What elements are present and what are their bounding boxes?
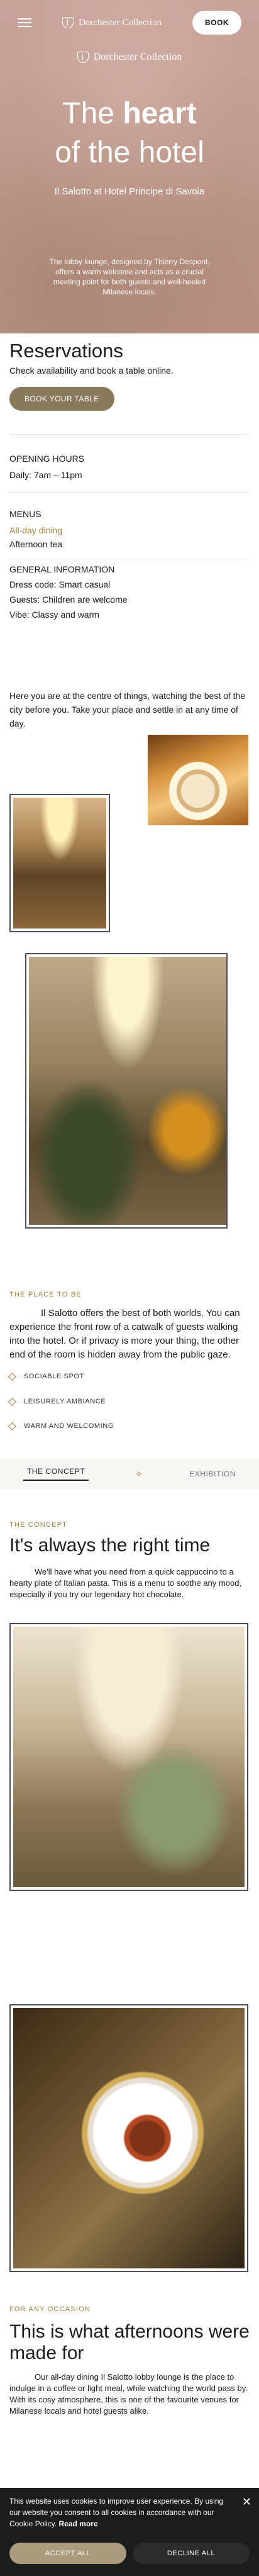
intro-text: Here you are at the centre of things, wa… bbox=[9, 691, 246, 728]
dress-code: Dress code: Smart casual bbox=[9, 579, 111, 589]
guests-info: Guests: Children are welcome bbox=[9, 594, 128, 605]
bullet-label: SOCIABLE SPOT bbox=[24, 1373, 84, 1380]
lounge-photo bbox=[29, 957, 226, 1225]
diamond-icon bbox=[8, 1422, 16, 1430]
hero-subtitle: Il Salotto at Hotel Principe di Savoia bbox=[54, 186, 205, 197]
concept-label: THE CONCEPT bbox=[9, 1521, 68, 1529]
vibe-info: Vibe: Classy and warm bbox=[9, 610, 99, 620]
cookie-text: This website uses cookies to improve use… bbox=[9, 2495, 250, 2529]
opening-hours-title: OPENING HOURS bbox=[9, 454, 85, 464]
lobby-photo bbox=[13, 798, 106, 928]
top-bar: Dorchester Collection BOOK bbox=[0, 0, 259, 45]
diamond-icon bbox=[8, 1372, 16, 1381]
hero-section: Dorchester Collection BOOK Dorchester Co… bbox=[0, 0, 259, 333]
divider bbox=[9, 434, 250, 435]
occasion-title: This is what afternoons were made for bbox=[9, 2321, 250, 2363]
crest-icon bbox=[62, 17, 74, 28]
feature-bullet: SOCIABLE SPOT bbox=[8, 1372, 84, 1381]
diamond-icon: ✧ bbox=[135, 1468, 143, 1479]
accept-all-button[interactable]: ACCEPT ALL bbox=[9, 2543, 126, 2564]
book-button[interactable]: BOOK bbox=[192, 11, 241, 35]
dessert-photo bbox=[13, 2008, 245, 2268]
section-tabs: THE CONCEPT ✧ EXHIBITION bbox=[0, 1458, 259, 1490]
concept-title: It's always the right time bbox=[9, 1535, 211, 1556]
brand-logo[interactable]: Dorchester Collection bbox=[62, 17, 162, 28]
reservations-subtitle: Check availability and book a table onli… bbox=[9, 365, 174, 376]
menus-title: MENUS bbox=[9, 509, 41, 519]
hero-description: The lobby lounge, designed by Thierry De… bbox=[49, 257, 210, 296]
decline-all-button[interactable]: DECLINE ALL bbox=[133, 2543, 250, 2564]
book-table-button[interactable]: BOOK YOUR TABLE bbox=[9, 387, 114, 411]
tab-exhibition[interactable]: EXHIBITION bbox=[189, 1469, 236, 1478]
salon-photo bbox=[13, 1627, 245, 1887]
divider bbox=[9, 492, 250, 493]
place-label: THE PLACE TO BE bbox=[9, 1291, 82, 1298]
brand-name: Dorchester Collection bbox=[78, 17, 162, 28]
cookie-banner: ✕ This website uses cookies to improve u… bbox=[0, 2488, 259, 2576]
feature-bullet: WARM AND WELCOMING bbox=[8, 1422, 114, 1430]
hero-brand-name: Dorchester Collection bbox=[93, 52, 182, 62]
concept-text: We'll have what you need from a quick ca… bbox=[9, 1567, 242, 1599]
menu-link-all-day[interactable]: All-day dining bbox=[9, 523, 62, 537]
cookie-message: This website uses cookies to improve use… bbox=[9, 2497, 224, 2528]
afternoon-tea-photo bbox=[148, 735, 248, 825]
crest-icon bbox=[77, 52, 89, 63]
menu-icon[interactable] bbox=[18, 18, 31, 27]
opening-hours-value: Daily: 7am – 11pm bbox=[9, 470, 82, 480]
occasion-label: FOR ANY OCCASION bbox=[9, 2306, 91, 2313]
general-info-title: GENERAL INFORMATION bbox=[9, 564, 115, 574]
hero-title: The heart of the hotel bbox=[0, 94, 259, 172]
feature-bullet: LEISURELY AMBIANCE bbox=[8, 1397, 106, 1406]
hero-brand: Dorchester Collection bbox=[0, 52, 259, 63]
reservations-title: Reservations bbox=[9, 340, 123, 362]
tab-concept[interactable]: THE CONCEPT bbox=[23, 1467, 89, 1481]
read-more-link[interactable]: Read more bbox=[58, 2519, 97, 2528]
bullet-label: WARM AND WELCOMING bbox=[24, 1422, 114, 1430]
hero-title-pre: The bbox=[62, 97, 123, 130]
hero-title-line2: of the hotel bbox=[55, 136, 204, 169]
occasion-text: Our all-day dining Il Salotto lobby loun… bbox=[9, 2372, 248, 2416]
hero-title-bold: heart bbox=[123, 97, 197, 130]
bullet-label: LEISURELY AMBIANCE bbox=[24, 1398, 106, 1405]
diamond-icon bbox=[8, 1397, 16, 1406]
close-icon[interactable]: ✕ bbox=[242, 2495, 251, 2509]
menu-link-afternoon[interactable]: Afternoon tea bbox=[9, 537, 62, 551]
place-text: Il Salotto offers the best of both world… bbox=[9, 1308, 240, 1360]
